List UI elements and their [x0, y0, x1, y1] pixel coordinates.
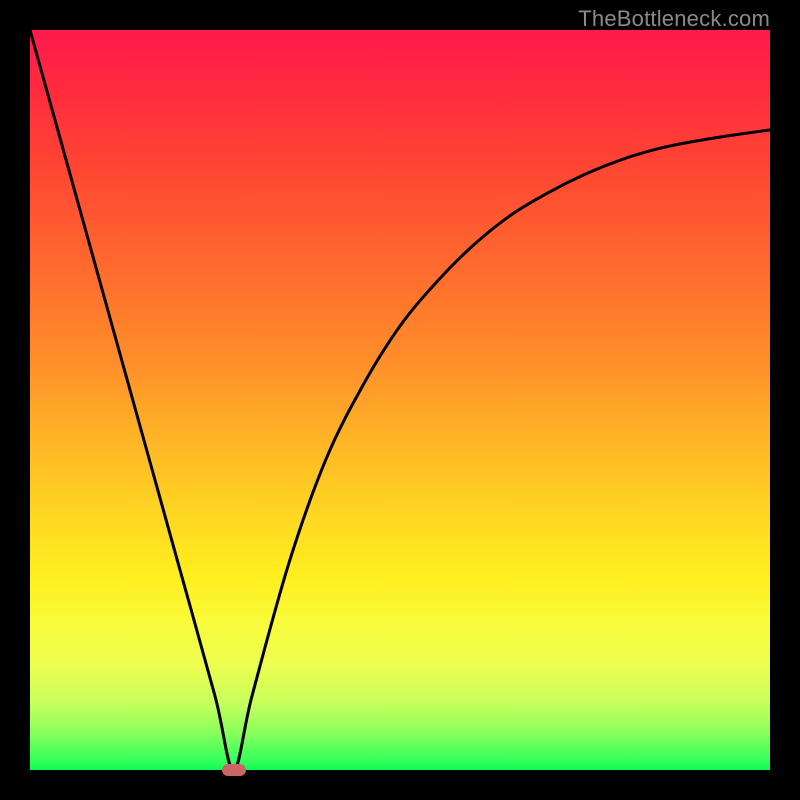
bottleneck-curve — [30, 30, 770, 770]
chart-frame: TheBottleneck.com — [0, 0, 800, 800]
plot-area — [30, 30, 770, 770]
watermark-text: TheBottleneck.com — [578, 6, 770, 32]
optimum-marker — [222, 764, 246, 776]
curve-svg — [30, 30, 770, 770]
